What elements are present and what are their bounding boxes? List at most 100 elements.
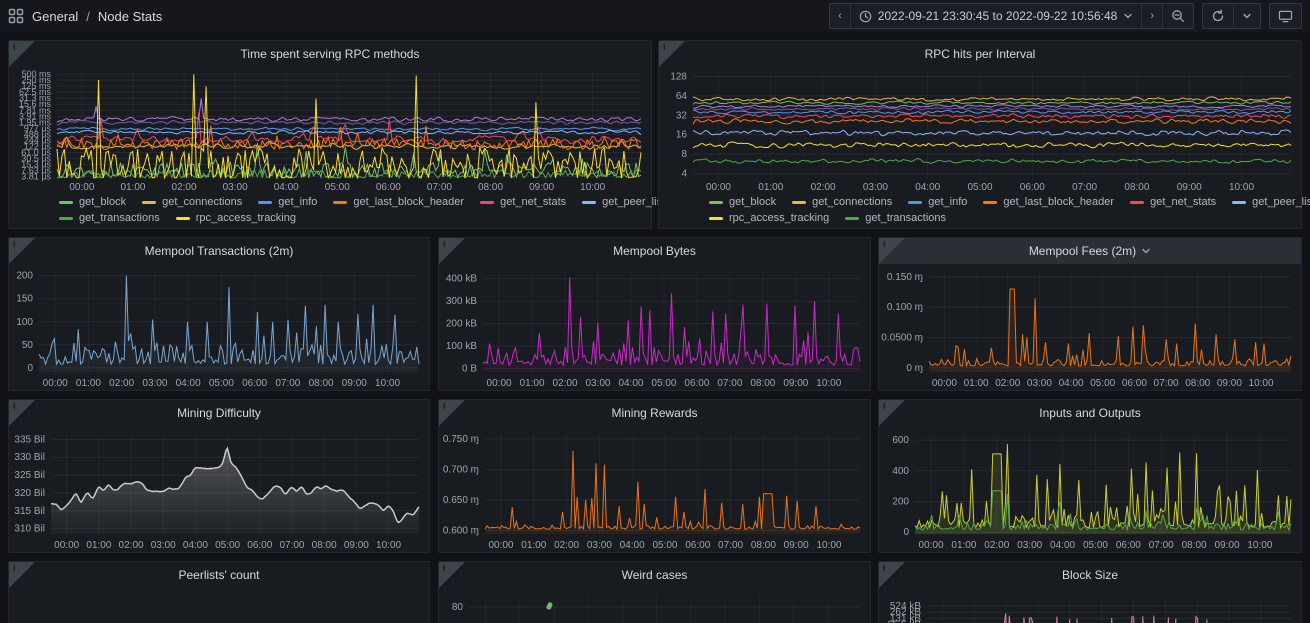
time-range-button[interactable]: 2022-09-21 23:30:45 to 2022-09-22 10:56:… (850, 4, 1142, 28)
legend-label: rpc_access_tracking (196, 212, 296, 224)
x-axis-label: 05:00 (1090, 378, 1115, 389)
chart-svg[interactable]: 00:0001:0002:0003:0004:0005:0006:0007:00… (879, 264, 1301, 390)
chart-plot-area[interactable]: 00:0001:0002:0003:0004:0005:0006:0007:00… (439, 264, 870, 390)
panel-title[interactable]: Mempool Bytes (439, 238, 870, 264)
x-axis-label: 07:00 (427, 182, 452, 193)
legend-item-get_connections[interactable]: get_connections (142, 196, 242, 208)
series-line-get_transactions (693, 159, 1291, 164)
legend-item-rpc_access_tracking[interactable]: rpc_access_tracking (176, 212, 296, 224)
y-axis-label: 80 (452, 602, 464, 613)
panel-title[interactable]: Block Size (879, 562, 1301, 588)
x-axis-label: 05:00 (651, 378, 676, 389)
panel-title[interactable]: Mempool Fees (2m) (879, 238, 1301, 264)
x-axis-label: 03:00 (585, 378, 610, 389)
chart-plot-area[interactable] (9, 588, 429, 623)
chevron-down-icon (1141, 246, 1151, 256)
y-axis-label: 0.750 ɱ (443, 434, 479, 445)
y-axis-label: 0.600 ɱ (443, 525, 479, 536)
chart-plot-area[interactable]: 00:0001:0002:0003:0004:0005:0006:0007:00… (879, 588, 1301, 623)
kiosk-monitor-icon (1278, 10, 1293, 23)
panel-title[interactable]: Peerlists' count (9, 562, 429, 588)
chart-plot-area[interactable]: 00:0001:0002:0003:0004:0005:0006:0007:00… (439, 426, 870, 552)
chart-svg[interactable]: 00:0001:0002:0003:0004:0005:0006:0007:00… (879, 426, 1301, 552)
time-shift-back-button[interactable]: ‹ (830, 4, 850, 28)
legend-item-get_last_block_header[interactable]: get_last_block_header (333, 196, 464, 208)
chart-svg[interactable]: 00:0001:0002:0003:0004:0005:0006:0007:00… (879, 588, 1301, 623)
panel-title[interactable]: RPC hits per Interval (659, 41, 1301, 67)
zoom-out-button[interactable] (1162, 4, 1193, 28)
kiosk-mode-button[interactable] (1270, 4, 1301, 28)
legend-item-get_transactions[interactable]: get_transactions (845, 212, 946, 224)
chart-svg[interactable]: 00:0001:0002:0003:0004:0005:0006:0007:00… (659, 67, 1301, 194)
chart-svg[interactable]: 00:0001:0002:0003:0004:0005:0006:0007:00… (439, 264, 870, 390)
x-axis-label: 05:00 (209, 378, 234, 389)
panel-title[interactable]: Weird cases (439, 562, 870, 588)
refresh-button[interactable] (1203, 4, 1233, 28)
legend-label: get_net_stats (1150, 196, 1216, 208)
x-axis-label: 01:00 (86, 540, 111, 551)
chart-svg[interactable]: 00:0001:0002:0003:0004:0005:0006:0007:00… (9, 67, 651, 194)
panel-title[interactable]: Inputs and Outputs (879, 400, 1301, 426)
time-shift-forward-button[interactable]: › (1141, 4, 1162, 28)
series-line-get_info (693, 110, 1291, 114)
y-axis-label: 3.81 µs (21, 172, 51, 182)
panel-title[interactable]: Time spent serving RPC methods (9, 41, 651, 67)
chart-svg[interactable]: 00:0001:0002:0003:0004:0005:0006:0007:00… (9, 264, 429, 390)
chart-plot-area[interactable]: 00:0001:0002:0003:0004:0005:0006:0007:00… (879, 264, 1301, 390)
chart-svg[interactable]: 00:0001:0002:0003:0004:0005:0006:0007:00… (439, 426, 870, 552)
y-axis-label: 330 Bil (14, 452, 45, 463)
legend-item-rpc_access_tracking[interactable]: rpc_access_tracking (709, 212, 829, 224)
legend-item-get_net_stats[interactable]: get_net_stats (1130, 196, 1216, 208)
chart-plot-area[interactable]: 00:0001:0002:0003:0004:0005:0006:0007:00… (879, 426, 1301, 552)
legend-item-get_last_block_header[interactable]: get_last_block_header (983, 196, 1114, 208)
chart-plot-area[interactable]: 00:0001:0002:0003:0004:0005:0006:0007:00… (439, 588, 870, 623)
legend-item-get_info[interactable]: get_info (258, 196, 317, 208)
x-axis-label: 06:00 (684, 378, 709, 389)
chart-plot-area[interactable]: 00:0001:0002:0003:0004:0005:0006:0007:00… (659, 67, 1301, 194)
series-line-get_transaction_pool (693, 105, 1291, 108)
x-axis-label: 00:00 (69, 182, 94, 193)
panel-title[interactable]: Mining Rewards (439, 400, 870, 426)
chart-svg[interactable] (9, 588, 429, 623)
legend-item-get_block[interactable]: get_block (59, 196, 126, 208)
panel-title[interactable]: Mining Difficulty (9, 400, 429, 426)
chart-plot-area[interactable]: 00:0001:0002:0003:0004:0005:0006:0007:00… (9, 426, 429, 552)
breadcrumb-dashboard[interactable]: Node Stats (98, 9, 162, 24)
legend-item-get_peer_list[interactable]: get_peer_list (1232, 196, 1310, 208)
legend-item-get_info[interactable]: get_info (908, 196, 967, 208)
chart-svg[interactable]: 00:0001:0002:0003:0004:0005:0006:0007:00… (439, 588, 870, 623)
y-axis-label: 50 (22, 340, 34, 351)
y-axis-label: 335 Bil (14, 434, 45, 445)
x-axis-label: 00:00 (932, 378, 957, 389)
legend-item-get_connections[interactable]: get_connections (792, 196, 892, 208)
x-axis-label: 05:00 (215, 540, 240, 551)
breadcrumb-folder[interactable]: General (32, 9, 78, 24)
chart-plot-area[interactable]: 00:0001:0002:0003:0004:0005:0006:0007:00… (9, 264, 429, 390)
x-axis-label: 06:00 (1122, 378, 1147, 389)
x-axis-label: 10:00 (1249, 378, 1274, 389)
x-axis-label: 09:00 (1214, 540, 1239, 551)
series-line-fees (929, 289, 1291, 366)
legend-item-get_net_stats[interactable]: get_net_stats (480, 196, 566, 208)
legend-item-get_transactions[interactable]: get_transactions (59, 212, 160, 224)
refresh-group (1202, 3, 1261, 29)
panel-title[interactable]: Mempool Transactions (2m) (9, 238, 429, 264)
x-axis-label: 09:00 (529, 182, 554, 193)
refresh-interval-button[interactable] (1233, 4, 1260, 28)
dashboard-toolbar: ‹ 2022-09-21 23:30:45 to 2022-09-22 10:5… (829, 3, 1302, 29)
x-axis-label: 08:00 (1185, 378, 1210, 389)
x-axis-label: 07:00 (1149, 540, 1174, 551)
x-axis-label: 02:00 (109, 378, 134, 389)
legend-swatch (176, 217, 190, 220)
y-axis-label: 100 kB (446, 341, 477, 352)
chart-svg[interactable]: 00:0001:0002:0003:0004:0005:0006:0007:00… (9, 426, 429, 552)
series-line-get_transaction_pool_stats (693, 108, 1291, 111)
x-axis-label: 03:00 (142, 378, 167, 389)
chart-plot-area[interactable]: 00:0001:0002:0003:0004:0005:0006:0007:00… (9, 67, 651, 194)
panel-mining-difficulty: i Mining Difficulty 00:0001:0002:0003:00… (8, 399, 430, 553)
scatter-point[interactable] (547, 602, 552, 607)
x-axis-label: 09:00 (783, 378, 808, 389)
legend-item-get_peer_list[interactable]: get_peer_list (582, 196, 665, 208)
legend-item-get_block[interactable]: get_block (709, 196, 776, 208)
x-axis-label: 07:00 (275, 378, 300, 389)
